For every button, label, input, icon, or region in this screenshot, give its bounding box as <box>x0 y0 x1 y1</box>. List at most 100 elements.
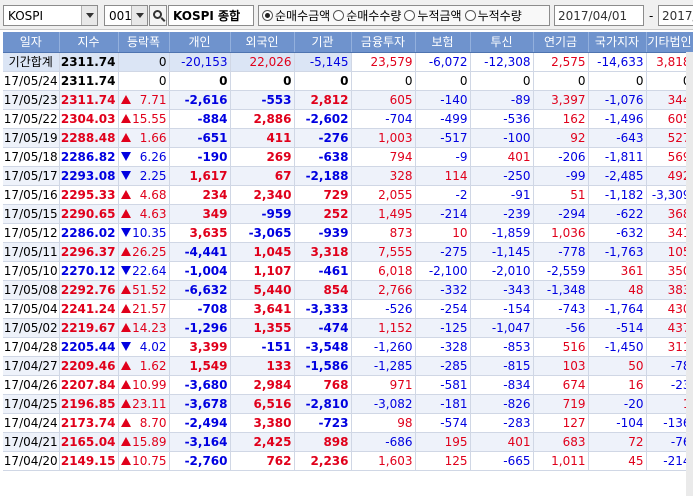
row-value: -3,082 <box>351 394 416 414</box>
code-dropdown-button[interactable] <box>131 6 147 25</box>
column-header[interactable]: 기타법인 <box>646 32 693 53</box>
row-value: -959 <box>230 204 295 224</box>
date-from-field[interactable]: 2017/04/01 <box>554 5 644 26</box>
radio-option-3[interactable]: 누적수량 <box>464 7 522 24</box>
row-value: -14,633 <box>588 52 647 72</box>
radio-label: 순매수금액 <box>275 9 331 23</box>
table-row[interactable]: 17/05/23 2311.74 7.71 -2,616 -553 2,812 605 -14… <box>3 90 693 110</box>
row-change-value: 2.25 <box>139 168 167 183</box>
row-change: 7.71 <box>118 90 170 110</box>
row-value: -100 <box>470 128 534 148</box>
table-row[interactable]: 17/05/19 2288.48 1.66 -651 411 -276 1,003 -517-… <box>3 128 693 148</box>
row-value: 2,812 <box>294 90 352 110</box>
investor-trading-table: 일자 지수 등락폭 개인 외국인 기관 금융투자 보험 투신 연기금 국가지자 기타법인 기간합계 23… <box>3 32 693 496</box>
table-row[interactable]: 17/04/27 2209.46 1.62 1,549 133 -1,586 -1,285-… <box>3 356 693 376</box>
row-value: -499 <box>415 109 471 129</box>
row-index: 2304.03 <box>59 109 119 129</box>
row-value: -125 <box>415 318 471 338</box>
column-header[interactable]: 투신 <box>470 32 534 53</box>
row-value: 0 <box>533 71 589 91</box>
row-value: 234 <box>169 185 231 205</box>
row-change: 1.62 <box>118 356 170 376</box>
row-value: 762 <box>230 451 295 471</box>
row-index: 2311.74 <box>59 52 119 72</box>
table-row[interactable]: 17/05/10 2270.12 22.64 -1,004 1,107 -461 6,018… <box>3 261 693 281</box>
row-index: 2286.82 <box>59 147 119 167</box>
row-value: -574 <box>415 413 471 433</box>
radio-option-1[interactable]: 순매수수량 <box>333 7 401 24</box>
row-value: 0 <box>588 71 647 91</box>
row-change: 2.25 <box>118 166 170 186</box>
table-row[interactable]: 17/04/21 2165.04 15.89 -3,164 2,425 898 -686 19… <box>3 432 693 452</box>
table-row[interactable]: 17/05/22 2304.03 15.55 -884 2,886 -2,602 -704-… <box>3 109 693 129</box>
row-value: 6,018 <box>351 261 416 281</box>
table-row[interactable]: 17/05/15 2290.65 4.63 349 -959 252 1,495 -214 -2… <box>3 204 693 224</box>
row-value: -553 <box>230 90 295 110</box>
table-row[interactable]: 17/04/26 2207.84 10.99 -3,680 2,984 768 971 -58… <box>3 375 693 395</box>
table-row[interactable]: 17/05/18 2286.82 6.26 -190 269 -638 794 -9 401 -2… <box>3 147 693 167</box>
arrow-down-icon <box>120 152 131 161</box>
column-header[interactable]: 기관 <box>294 32 352 53</box>
table-row[interactable]: 17/05/242311.740000000000 <box>3 71 693 91</box>
vertical-scrollbar[interactable] <box>686 52 693 496</box>
column-header[interactable]: 국가지자 <box>588 32 647 53</box>
row-change-value: 21.57 <box>132 301 167 316</box>
table-row[interactable]: 17/04/24 2173.74 8.70 -2,494 3,380 -723 98 -574… <box>3 413 693 433</box>
row-value: -250 <box>470 166 534 186</box>
row-value: -2,010 <box>470 261 534 281</box>
column-header[interactable]: 등락폭 <box>118 32 170 53</box>
row-value: 23,579 <box>351 52 416 72</box>
table-row[interactable]: 17/05/02 2219.67 14.23 -1,296 1,355 -474 1,152… <box>3 318 693 338</box>
row-value: -2,602 <box>294 109 352 129</box>
row-change: 4.68 <box>118 185 170 205</box>
row-value: -190 <box>169 147 231 167</box>
row-value: -1,859 <box>470 223 534 243</box>
column-header[interactable]: 일자 <box>3 32 60 53</box>
row-value: -151 <box>230 337 295 357</box>
column-header[interactable]: 연기금 <box>533 32 589 53</box>
column-header[interactable]: 보험 <box>415 32 471 53</box>
row-value: 605 <box>351 90 416 110</box>
column-header[interactable]: 금융투자 <box>351 32 416 53</box>
table-row-total[interactable]: 기간합계 2311.74 0 -20,153 22,026 -5,145 23,579 -6,… <box>3 52 693 72</box>
table-row[interactable]: 17/04/28 2205.44 4.02 3,399 -151 -3,548 -1,260… <box>3 337 693 357</box>
table-row[interactable]: 17/05/11 2296.37 26.25 -4,441 1,045 3,318 7,55… <box>3 242 693 262</box>
column-header[interactable]: 외국인 <box>230 32 295 53</box>
row-value: 48 <box>588 280 647 300</box>
toolbar: KOSPI 001 KOSPI 종합 순매수금액 순매수수량 누적금액 누적수량 20… <box>0 0 693 30</box>
code-select-value: 001 <box>109 8 131 23</box>
row-change: 21.57 <box>118 299 170 319</box>
code-select[interactable]: 001 <box>104 5 148 26</box>
row-value: 1,036 <box>533 223 589 243</box>
table-row[interactable]: 17/04/25 2196.85 23.11 -3,678 6,516 -2,810 -3,… <box>3 394 693 414</box>
column-header[interactable]: 개인 <box>169 32 231 53</box>
row-change-value: 0 <box>158 73 167 88</box>
row-value: 6,516 <box>230 394 295 414</box>
market-dropdown-button[interactable] <box>81 6 97 25</box>
table-row[interactable]: 17/04/20 2149.15 10.75 -2,760 762 2,236 1,603 1… <box>3 451 693 471</box>
table-row[interactable]: 17/05/12 2286.02 10.35 3,635 -3,065 -939 873 10… <box>3 223 693 243</box>
row-value: 2,340 <box>230 185 295 205</box>
row-value: 98 <box>351 413 416 433</box>
row-value: -2,485 <box>588 166 647 186</box>
row-value: 1,603 <box>351 451 416 471</box>
row-value: 2,236 <box>294 451 352 471</box>
row-date: 기간합계 <box>3 52 60 72</box>
column-header[interactable]: 지수 <box>59 32 119 53</box>
row-value: 0 <box>470 71 534 91</box>
search-button[interactable] <box>149 5 167 26</box>
arrow-down-icon <box>120 266 131 275</box>
table-row[interactable]: 17/05/04 2241.24 21.57 -708 3,641 -3,333 -526-… <box>3 299 693 319</box>
row-change: 10.99 <box>118 375 170 395</box>
row-value: -206 <box>533 147 589 167</box>
date-to-field[interactable]: 2017/ <box>658 5 693 26</box>
radio-option-0[interactable]: 순매수금액 <box>262 7 330 24</box>
market-select[interactable]: KOSPI <box>3 5 98 26</box>
table-row[interactable]: 17/05/16 2295.33 4.68 234 2,340 729 2,055 -2 -91… <box>3 185 693 205</box>
radio-option-2[interactable]: 누적금액 <box>404 7 462 24</box>
row-change-value: 23.11 <box>132 396 167 411</box>
row-value: -1,450 <box>588 337 647 357</box>
table-row[interactable]: 17/05/17 2293.08 2.25 1,617 67 -2,188 328 114 -2… <box>3 166 693 186</box>
row-value: -526 <box>351 299 416 319</box>
table-row[interactable]: 17/05/08 2292.76 51.52 -6,632 5,440 854 2,766-… <box>3 280 693 300</box>
